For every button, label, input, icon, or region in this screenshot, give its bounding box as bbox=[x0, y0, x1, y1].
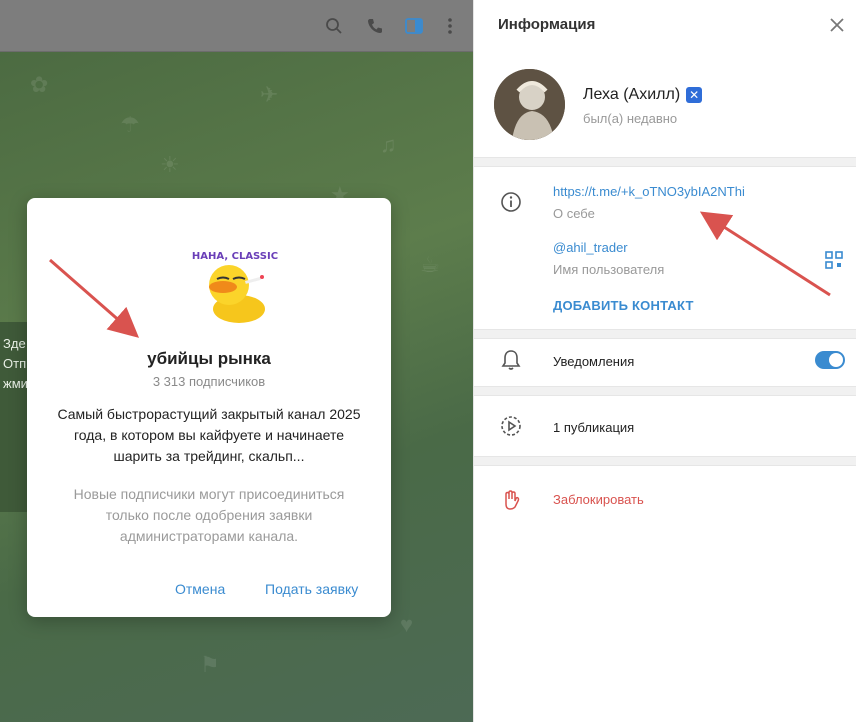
divider bbox=[474, 157, 856, 167]
chat-area: ✿ ☂ ✈ ♫ ☕ ✉ ⚑ ♥ ★ ☀ Зде Отпр жми HAHA, C… bbox=[0, 0, 473, 722]
block-user-button[interactable]: Заблокировать bbox=[553, 492, 644, 507]
divider bbox=[474, 329, 856, 339]
subscriber-count: 3 313 подписчиков bbox=[152, 374, 266, 389]
channel-description: Самый быстрорастущий закрытый канал 2025… bbox=[57, 406, 361, 464]
phone-icon[interactable] bbox=[361, 12, 389, 40]
divider bbox=[474, 456, 856, 466]
user-name-text: Леха (Ахилл) bbox=[583, 86, 681, 103]
close-icon[interactable] bbox=[826, 14, 848, 36]
join-channel-dialog: HAHA, CLASSIC убийцы рынка 3 313 подписч… bbox=[27, 198, 391, 617]
avatar[interactable] bbox=[494, 69, 565, 140]
bell-icon bbox=[498, 347, 524, 373]
last-seen-status: был(а) недавно bbox=[583, 111, 678, 126]
cancel-button[interactable]: Отмена bbox=[175, 581, 225, 597]
info-header: Информация bbox=[474, 0, 856, 50]
block-hand-icon bbox=[498, 487, 524, 513]
channel-title: убийцы рынка bbox=[147, 349, 271, 368]
username-link[interactable]: @ahil_trader bbox=[553, 240, 628, 255]
approval-note: Новые подписчики могут присоединиться то… bbox=[73, 486, 345, 544]
svg-text:HAHA, CLASSIC: HAHA, CLASSIC bbox=[192, 251, 278, 262]
bio-link[interactable]: https://t.me/+k_oTNO3ybIA2NThi bbox=[553, 184, 745, 199]
bio-label: О себе bbox=[553, 206, 595, 221]
publications-label[interactable]: 1 публикация bbox=[553, 420, 634, 435]
divider bbox=[474, 386, 856, 396]
duck-sticker: HAHA, CLASSIC bbox=[187, 243, 283, 325]
notifications-label: Уведомления bbox=[553, 354, 635, 369]
toggle-knob bbox=[829, 353, 843, 367]
username-label: Имя пользователя bbox=[553, 262, 665, 277]
add-contact-button[interactable]: ДОБАВИТЬ КОНТАКТ bbox=[553, 298, 694, 313]
info-circle-icon bbox=[498, 189, 524, 215]
qr-code-icon[interactable] bbox=[824, 250, 844, 270]
publications-icon bbox=[498, 413, 524, 439]
sidebar-toggle-icon[interactable] bbox=[400, 12, 428, 40]
chat-header bbox=[0, 0, 473, 52]
x-badge-icon: ✕ bbox=[686, 87, 703, 103]
info-panel: Информация Леха (Ахилл) ✕ был(а) недавно… bbox=[473, 0, 856, 722]
search-icon[interactable] bbox=[320, 12, 348, 40]
user-name: Леха (Ахилл) ✕ bbox=[583, 86, 703, 104]
notifications-toggle[interactable] bbox=[815, 351, 845, 369]
panel-title: Информация bbox=[498, 16, 596, 33]
more-menu-icon[interactable] bbox=[436, 12, 464, 40]
submit-request-button[interactable]: Подать заявку bbox=[265, 581, 358, 597]
